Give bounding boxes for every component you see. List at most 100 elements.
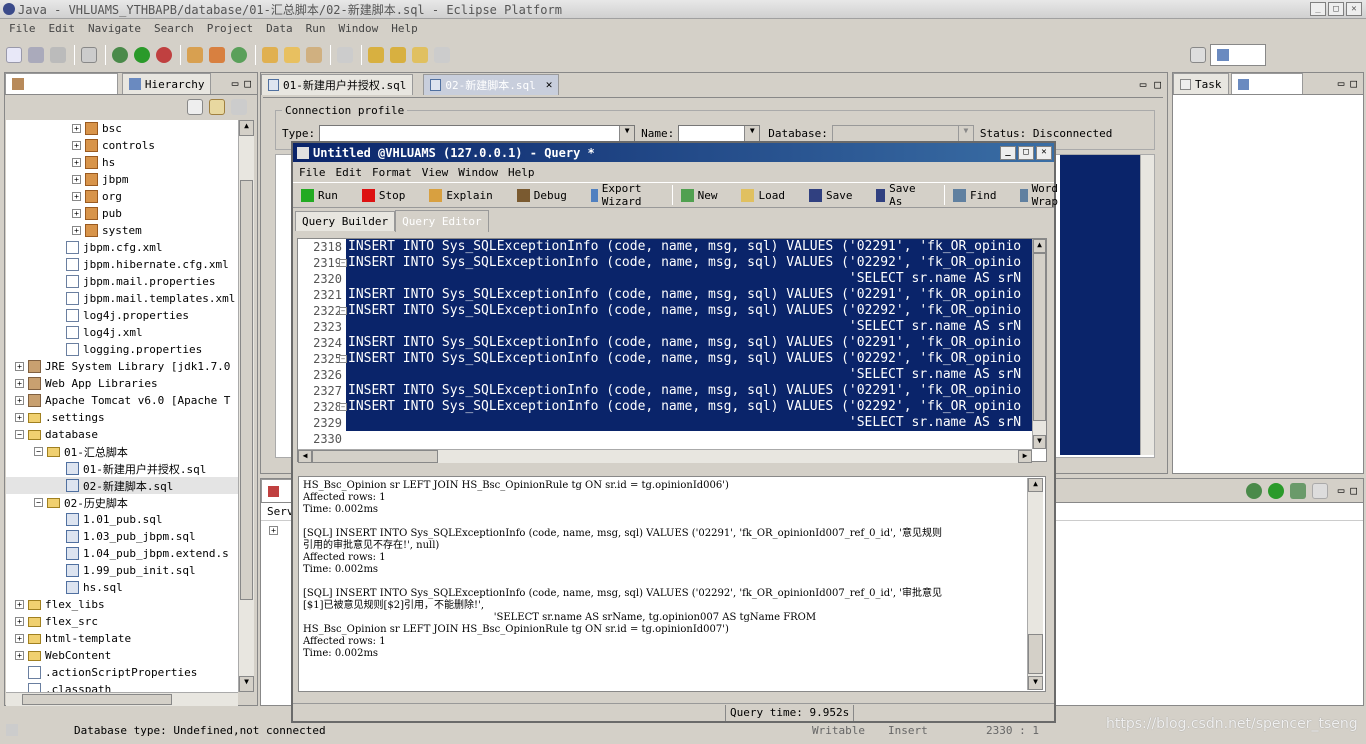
tree-item[interactable]: 1.99_pub_init.sql xyxy=(6,562,238,579)
expand-toggle-icon[interactable]: + xyxy=(72,175,81,184)
query-debug-button[interactable]: Debug xyxy=(516,188,579,202)
code-vertical-scrollbar[interactable]: ▲ ▼ xyxy=(1032,239,1046,449)
tree-item[interactable]: + bsc xyxy=(6,120,238,137)
tree-item[interactable]: − 02-历史脚本 xyxy=(6,494,238,511)
tree-item[interactable]: logging.properties xyxy=(6,341,238,358)
tree-item[interactable]: log4j.properties xyxy=(6,307,238,324)
prev-annotation-icon[interactable] xyxy=(390,47,406,63)
query-menu-format[interactable]: Format xyxy=(372,166,412,179)
fold-icon[interactable]: − xyxy=(339,307,347,315)
tab-package-explorer[interactable]: Package Ex ✕ xyxy=(5,73,118,94)
expand-toggle-icon[interactable]: + xyxy=(72,226,81,235)
fold-icon[interactable]: − xyxy=(339,403,347,411)
stop-server-icon[interactable] xyxy=(1311,482,1328,499)
expand-toggle-icon[interactable]: + xyxy=(72,192,81,201)
editor-tab-01[interactable]: 01-新建用户并授权.sql xyxy=(261,73,414,95)
tree-item[interactable]: + WebContent xyxy=(6,647,238,664)
menu-project[interactable]: Project xyxy=(207,22,253,35)
perspective-java[interactable]: Java xyxy=(1209,44,1266,66)
expand-toggle-icon[interactable]: + xyxy=(15,617,24,626)
minimize-editor-icon[interactable]: ▭ xyxy=(1140,78,1147,91)
menu-navigate[interactable]: Navigate xyxy=(88,22,141,35)
tree-item[interactable]: log4j.xml xyxy=(6,324,238,341)
tab-query-editor[interactable]: Query Editor xyxy=(395,210,489,232)
tree-item[interactable]: jbpm.cfg.xml xyxy=(6,239,238,256)
tree-vertical-scrollbar[interactable]: ▲ ▼ xyxy=(238,120,254,692)
menu-run[interactable]: Run xyxy=(306,22,326,35)
menu-help[interactable]: Help xyxy=(391,22,418,35)
query-maximize-button[interactable]: □ xyxy=(1018,145,1034,160)
query-find-button[interactable]: Find xyxy=(952,188,1009,202)
query-word-wrap-button[interactable]: Word Wrap xyxy=(1020,182,1076,208)
tab-outline[interactable]: Outl ✕ xyxy=(1230,73,1303,94)
query-code-editor[interactable]: 2318 2319−2320 2321 2322−2323 2324 2325−2326 2… xyxy=(297,238,1047,462)
tree-item[interactable]: − 01-汇总脚本 xyxy=(6,443,238,460)
refresh-icon[interactable] xyxy=(231,47,247,63)
maximize-view-icon[interactable]: □ xyxy=(1350,77,1357,90)
save-icon[interactable] xyxy=(28,47,44,63)
open-type-icon[interactable] xyxy=(262,47,278,63)
tree-item[interactable]: jbpm.mail.properties xyxy=(6,273,238,290)
pencil-icon[interactable] xyxy=(306,47,322,63)
start-server-icon[interactable] xyxy=(1267,482,1284,499)
query-new-button[interactable]: New xyxy=(680,188,730,202)
link-with-editor-icon[interactable] xyxy=(209,99,225,115)
tree-item[interactable]: jbpm.hibernate.cfg.xml xyxy=(6,256,238,273)
expand-toggle-icon[interactable]: + xyxy=(72,124,81,133)
external-tools-icon[interactable] xyxy=(156,47,172,63)
database-select[interactable]: ▼ xyxy=(831,125,974,142)
tree-item[interactable]: + org xyxy=(6,188,238,205)
tree-item[interactable]: + flex_src xyxy=(6,613,238,630)
tree-item[interactable]: 02-新建脚本.sql xyxy=(6,477,238,494)
query-minimize-button[interactable]: _ xyxy=(1000,145,1016,160)
open-perspective-icon[interactable] xyxy=(1189,47,1206,63)
editor-scrollbar[interactable] xyxy=(1140,155,1154,455)
query-menu-help[interactable]: Help xyxy=(508,166,535,179)
close-icon[interactable]: ✕ xyxy=(104,78,111,91)
query-explain-button[interactable]: Explain xyxy=(429,188,504,202)
query-save-button[interactable]: Save xyxy=(808,188,865,202)
expand-toggle-icon[interactable]: + xyxy=(15,634,24,643)
expand-toggle-icon[interactable]: + xyxy=(72,141,81,150)
tab-query-builder[interactable]: Query Builder xyxy=(295,211,396,231)
type-select[interactable]: ▼ xyxy=(319,125,636,142)
maximize-button[interactable]: □ xyxy=(1328,2,1344,16)
profile-server-icon[interactable] xyxy=(1289,482,1306,499)
next-annotation-icon[interactable] xyxy=(368,47,384,63)
minimize-view-icon[interactable]: ▭ xyxy=(1338,77,1345,90)
maximize-view-icon[interactable]: □ xyxy=(244,77,251,90)
tree-item[interactable]: .classpath xyxy=(6,681,238,692)
tree-item[interactable]: 1.01_pub.sql xyxy=(6,511,238,528)
forward-icon[interactable] xyxy=(434,47,450,63)
tree-item[interactable]: + Web App Libraries xyxy=(6,375,238,392)
print-icon[interactable] xyxy=(50,47,66,63)
collapse-all-icon[interactable] xyxy=(187,99,203,115)
expand-toggle-icon[interactable]: + xyxy=(72,158,81,167)
close-icon[interactable]: ✕ xyxy=(1289,78,1296,91)
expand-toggle-icon[interactable]: + xyxy=(15,413,24,422)
tree-item[interactable]: + pub xyxy=(6,205,238,222)
menu-search[interactable]: Search xyxy=(154,22,194,35)
tree-item[interactable]: jbpm.mail.templates.xml xyxy=(6,290,238,307)
menu-file[interactable]: File xyxy=(9,22,36,35)
minimize-view-icon[interactable]: ▭ xyxy=(1338,484,1345,497)
debug-server-icon[interactable] xyxy=(1245,482,1262,499)
new-package-icon[interactable] xyxy=(209,47,225,63)
new-java-project-icon[interactable] xyxy=(187,47,203,63)
code-body[interactable]: INSERT INTO Sys_SQLExceptionInfo (code, … xyxy=(346,239,1046,461)
back-icon[interactable] xyxy=(412,47,428,63)
minimize-view-icon[interactable]: ▭ xyxy=(232,77,239,90)
query-close-button[interactable]: ✕ xyxy=(1036,145,1052,160)
query-menu-view[interactable]: View xyxy=(422,166,449,179)
query-stop-button[interactable]: Stop xyxy=(361,188,418,202)
tree-item[interactable]: + system xyxy=(6,222,238,239)
expand-toggle-icon[interactable]: + xyxy=(72,209,81,218)
menu-data[interactable]: Data xyxy=(266,22,293,35)
expand-toggle-icon[interactable]: + xyxy=(15,651,24,660)
menu-edit[interactable]: Edit xyxy=(49,22,76,35)
debug-icon[interactable] xyxy=(112,47,128,63)
query-save-as-button[interactable]: Save As xyxy=(876,182,932,208)
minimize-button[interactable]: _ xyxy=(1310,2,1326,16)
close-icon[interactable]: ✕ xyxy=(546,78,553,91)
expand-toggle-icon[interactable]: + xyxy=(15,362,24,371)
